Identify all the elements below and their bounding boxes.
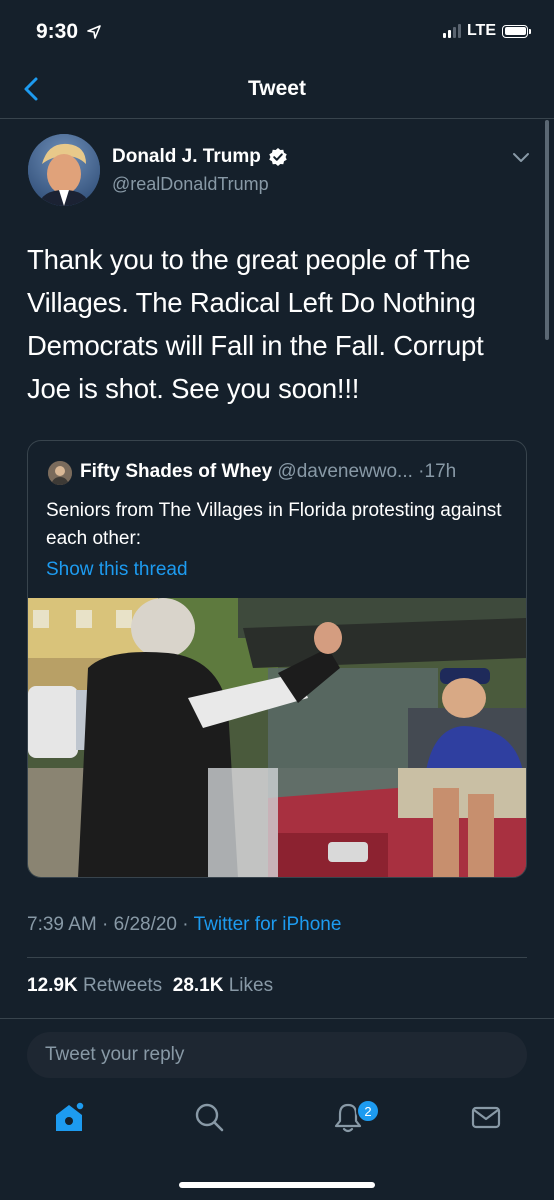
verified-badge-icon <box>269 148 287 166</box>
tweet-text: Thank you to the great people of The Vil… <box>27 244 484 404</box>
signal-icon <box>442 24 461 38</box>
notification-badge: 2 <box>356 1099 380 1123</box>
home-icon[interactable] <box>52 1100 86 1134</box>
likes-label[interactable]: Likes <box>229 975 273 996</box>
quoted-tweet-header: Fifty Shades of Whey @davenewwo... ·17h <box>80 461 456 483</box>
avatar-image <box>28 134 100 206</box>
search-icon[interactable] <box>192 1100 226 1134</box>
home-indicator[interactable] <box>179 1182 375 1188</box>
nav-header: Tweet <box>0 60 554 119</box>
retweets-count[interactable]: 12.9K <box>27 975 78 996</box>
quoted-tweet-text: Seniors from The Villages in Florida pro… <box>46 500 502 549</box>
chevron-down-icon[interactable] <box>512 150 530 164</box>
tweet-date: 6/28/20 <box>113 914 178 935</box>
location-arrow-icon <box>87 25 101 40</box>
reply-input[interactable] <box>27 1032 527 1078</box>
quoted-author-handle: @davenewwo... <box>277 461 413 482</box>
quoted-tweet-time: 17h <box>424 461 457 482</box>
author-name[interactable]: Donald J. Trump <box>112 146 288 168</box>
quoted-author-name: Fifty Shades of Whey <box>80 461 273 482</box>
page-title: Tweet <box>248 77 306 100</box>
meta-separator: · <box>182 914 194 935</box>
divider <box>0 1018 554 1019</box>
divider <box>27 957 527 958</box>
retweets-label[interactable]: Retweets <box>83 975 162 996</box>
tweet-stats: 12.9K Retweets 28.1K Likes <box>27 975 273 997</box>
status-time: 9:30 <box>36 20 101 44</box>
show-thread-link[interactable]: Show this thread <box>46 559 188 581</box>
avatar[interactable] <box>28 134 100 206</box>
likes-count[interactable]: 28.1K <box>173 975 224 996</box>
tweet-source-link[interactable]: Twitter for iPhone <box>194 914 342 935</box>
scrollbar[interactable] <box>545 120 549 340</box>
quoted-tweet-card[interactable]: Fifty Shades of Whey @davenewwo... ·17h … <box>27 440 527 878</box>
battery-icon <box>502 24 531 38</box>
quoted-avatar <box>48 461 72 485</box>
tweet-time: 7:39 AM <box>27 914 97 935</box>
network-label: LTE <box>466 22 496 39</box>
messages-envelope-icon[interactable] <box>469 1100 503 1134</box>
status-time-text: 9:30 <box>36 20 79 43</box>
quoted-video-thumbnail[interactable] <box>28 598 526 878</box>
quoted-avatar-image <box>48 461 72 485</box>
author-name-text: Donald J. Trump <box>112 146 261 167</box>
author-handle[interactable]: @realDonaldTrump <box>112 174 269 195</box>
status-indicators: LTE <box>442 22 531 40</box>
tweet-meta: 7:39 AM · 6/28/20 · Twitter for iPhone <box>27 914 341 936</box>
meta-separator: · <box>102 914 114 935</box>
